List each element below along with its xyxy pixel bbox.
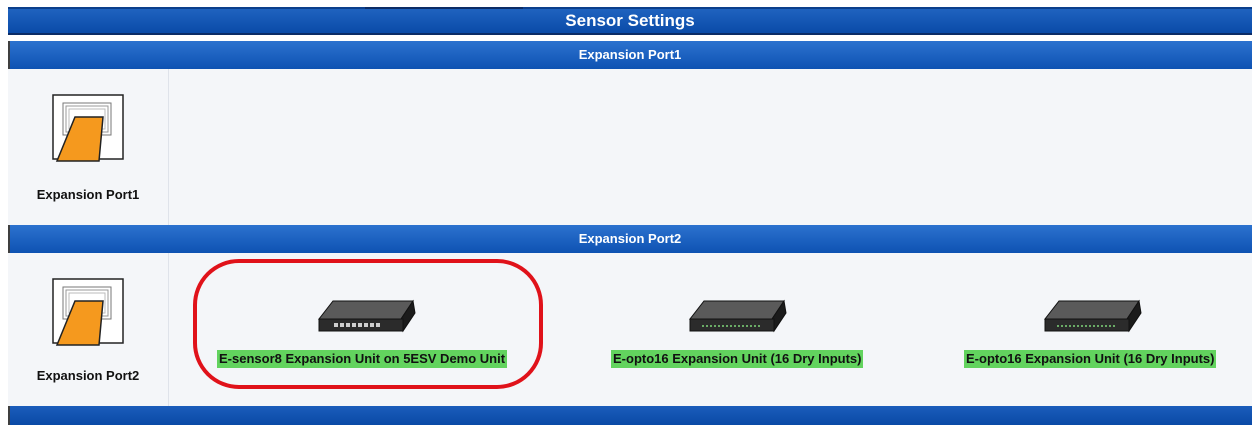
header-divider	[8, 33, 1252, 35]
bottom-bar	[8, 406, 1252, 425]
highlight-annotation	[193, 259, 543, 389]
section-title: Expansion Port2	[578, 231, 682, 246]
port-label: Expansion Port2	[36, 368, 140, 383]
expansion-unit-icon[interactable]	[1041, 299, 1145, 335]
sensor-settings-header: Sensor Settings	[8, 7, 1252, 33]
left-edge	[8, 225, 10, 253]
expansion-port1-panel: Expansion Port1	[8, 69, 1252, 225]
section-header-expansion-port2: Expansion Port2	[8, 225, 1252, 253]
header-title: Sensor Settings	[565, 11, 695, 30]
expansion-port-icon[interactable]	[47, 93, 127, 163]
port-label: Expansion Port1	[36, 187, 140, 202]
expansion-port-icon[interactable]	[47, 277, 127, 347]
left-edge	[8, 41, 10, 69]
expansion-unit-eopto16[interactable]: E-opto16 Expansion Unit (16 Dry Inputs)	[598, 253, 908, 406]
expansion-unit-icon[interactable]	[686, 299, 790, 335]
section-title: Expansion Port1	[578, 47, 682, 62]
section-header-expansion-port1: Expansion Port1	[8, 41, 1252, 69]
header-tab-indicator	[365, 7, 523, 9]
unit-label[interactable]: E-opto16 Expansion Unit (16 Dry Inputs)	[964, 350, 1217, 368]
left-edge	[8, 406, 10, 425]
expansion-unit-eopto16[interactable]: E-opto16 Expansion Unit (16 Dry Inputs)	[953, 253, 1248, 406]
unit-label[interactable]: E-opto16 Expansion Unit (16 Dry Inputs)	[611, 350, 864, 368]
expansion-port2-cell[interactable]: Expansion Port2	[8, 253, 169, 406]
expansion-port1-cell[interactable]: Expansion Port1	[8, 69, 169, 225]
